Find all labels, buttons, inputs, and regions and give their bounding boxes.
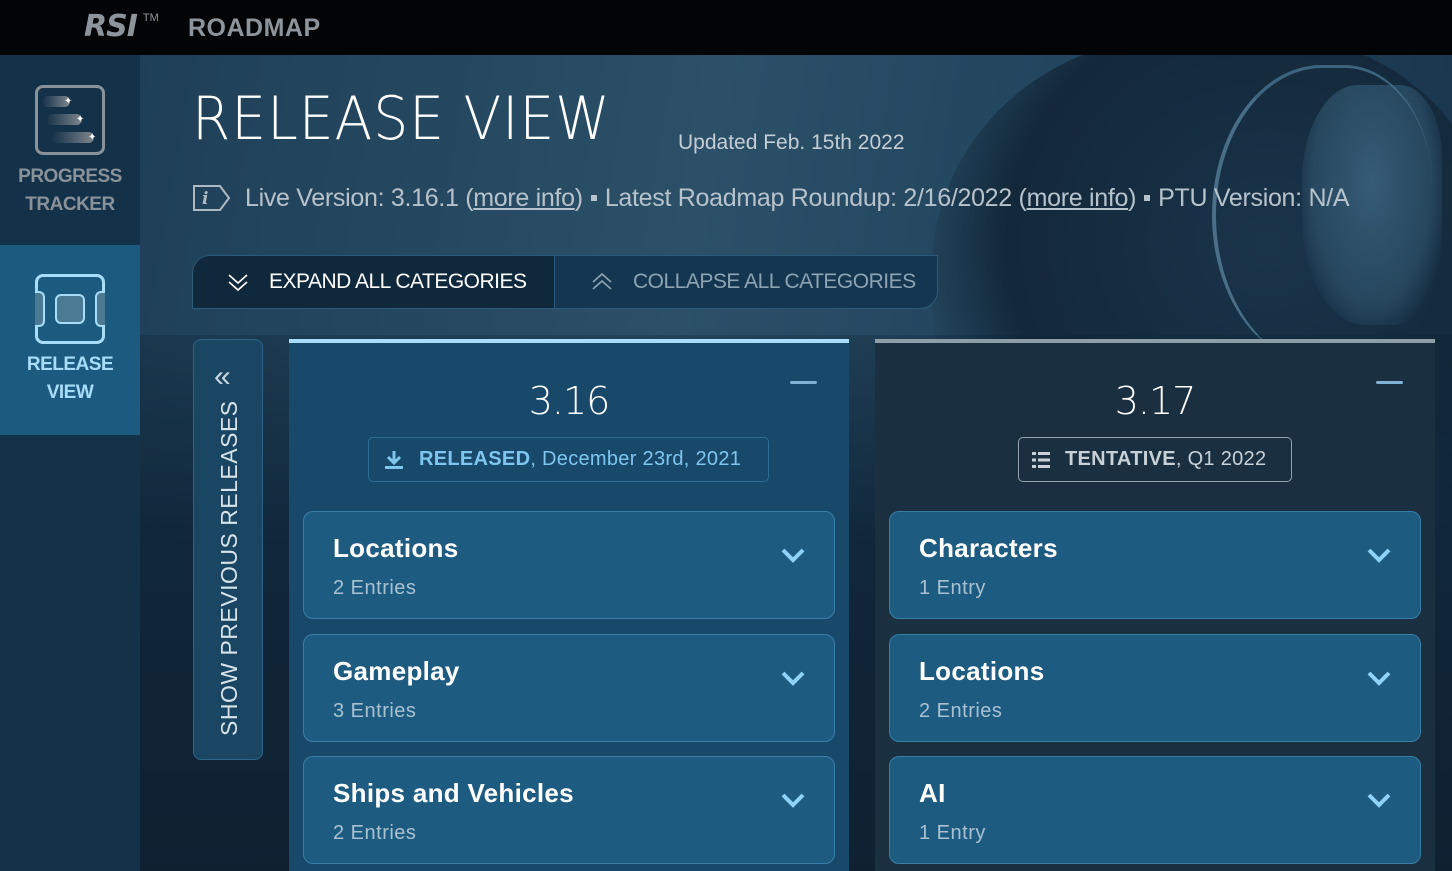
live-version-label: Live Version: 3.16.1 ( [245, 183, 474, 212]
release-status: TENTATIVE [1065, 448, 1176, 470]
release-view-icon [35, 274, 105, 344]
chevron-down-icon[interactable] [1366, 546, 1392, 564]
release-date: , Q1 2022 [1175, 448, 1267, 470]
roadmap-roundup-more-info-link[interactable]: more info [1027, 184, 1129, 213]
category-card-locations[interactable]: Locations 2 Entries [303, 511, 835, 619]
expand-all-label: EXPAND ALL CATEGORIES [269, 270, 527, 293]
category-card-ai[interactable]: AI 1 Entry [889, 756, 1421, 864]
sidebar-item-label: PROGRESS TRACKER [18, 166, 122, 215]
sidebar-item-progress-tracker[interactable]: ✦ ✦ ✦ PROGRESS TRACKER [0, 55, 140, 245]
progress-tracker-icon: ✦ ✦ ✦ [35, 85, 105, 155]
double-chevron-down-icon [228, 274, 248, 292]
rsi-logo-text: RSI [84, 9, 138, 44]
minimize-release-button[interactable] [1376, 381, 1403, 384]
category-entry-count: 2 Entries [333, 822, 417, 844]
release-date: , December 23rd, 2021 [530, 448, 742, 470]
minimize-release-button[interactable] [790, 381, 817, 384]
release-version: 3.17 [1114, 379, 1197, 423]
collapse-all-categories-button[interactable]: COLLAPSE ALL CATEGORIES [555, 256, 937, 308]
live-version-more-info-link[interactable]: more info [473, 184, 575, 213]
category-title: Ships and Vehicles [333, 778, 574, 808]
category-title: Locations [333, 533, 459, 563]
category-toggle-group: EXPAND ALL CATEGORIES COLLAPSE ALL CATEG… [192, 255, 938, 309]
sidebar-item-label: RELEASE VIEW [26, 354, 114, 403]
separator-dot [1144, 195, 1151, 201]
app-name[interactable]: ROADMAP [188, 14, 321, 43]
double-chevron-left-icon: « [214, 360, 231, 393]
show-previous-releases-button[interactable]: « SHOW PREVIOUS RELEASES [193, 339, 263, 760]
category-entry-count: 2 Entries [333, 577, 417, 599]
version-info-bar: i Live Version: 3.16.1 (more info) Lates… [192, 183, 1350, 213]
updated-date: Updated Feb. 15th 2022 [678, 131, 905, 154]
release-status-badge: TENTATIVE, Q1 2022 [1018, 437, 1292, 482]
roadmap-roundup-label: Latest Roadmap Roundup: 2/16/2022 ( [604, 183, 1027, 212]
trademark-mark: TM [142, 12, 159, 24]
release-status: RELEASED [419, 448, 531, 470]
category-card-gameplay[interactable]: Gameplay 3 Entries [303, 634, 835, 742]
separator-dot [590, 195, 597, 201]
chevron-down-icon[interactable] [780, 791, 806, 809]
hero-helmet [1212, 65, 1432, 365]
category-card-locations[interactable]: Locations 2 Entries [889, 634, 1421, 742]
release-column-3-16: 3.16 RELEASED, December 23rd, 2021 Locat… [289, 339, 849, 871]
rsi-logo[interactable]: RSI TM [84, 10, 159, 44]
sidebar-item-release-view[interactable]: RELEASE VIEW [0, 245, 140, 435]
page-title: RELEASE VIEW [192, 84, 611, 154]
category-card-ships-and-vehicles[interactable]: Ships and Vehicles 2 Entries [303, 756, 835, 864]
download-icon [385, 450, 403, 469]
main-content: RELEASE VIEW Updated Feb. 15th 2022 i Li… [140, 55, 1452, 871]
release-status-badge: RELEASED, December 23rd, 2021 [368, 437, 769, 482]
category-entry-count: 3 Entries [333, 700, 417, 722]
chevron-down-icon[interactable] [1366, 669, 1392, 687]
category-entry-count: 2 Entries [919, 700, 1003, 722]
collapse-all-label: COLLAPSE ALL CATEGORIES [633, 270, 916, 293]
svg-text:i: i [202, 189, 208, 209]
expand-all-categories-button[interactable]: EXPAND ALL CATEGORIES [193, 256, 555, 308]
chevron-down-icon[interactable] [780, 546, 806, 564]
category-title: Characters [919, 533, 1058, 563]
category-title: Locations [919, 656, 1045, 686]
double-chevron-up-icon [592, 272, 612, 290]
category-card-characters[interactable]: Characters 1 Entry [889, 511, 1421, 619]
ptu-version-label: PTU Version: N/A [1158, 183, 1350, 212]
release-column-3-17: 3.17 TENTATIVE, Q1 2022 Characters 1 Ent… [875, 339, 1435, 871]
category-entry-count: 1 Entry [919, 822, 986, 844]
sidebar: ✦ ✦ ✦ PROGRESS TRACKER RELEASE VIEW [0, 55, 140, 871]
top-bar: RSI TM ROADMAP [0, 0, 1452, 55]
chevron-down-icon[interactable] [780, 669, 806, 687]
show-previous-releases-label: SHOW PREVIOUS RELEASES [216, 400, 242, 736]
release-version: 3.16 [528, 379, 611, 423]
info-icon: i [192, 183, 232, 213]
category-entry-count: 1 Entry [919, 577, 986, 599]
list-icon [1032, 451, 1050, 468]
category-title: AI [919, 778, 946, 808]
chevron-down-icon[interactable] [1366, 791, 1392, 809]
category-title: Gameplay [333, 656, 460, 686]
